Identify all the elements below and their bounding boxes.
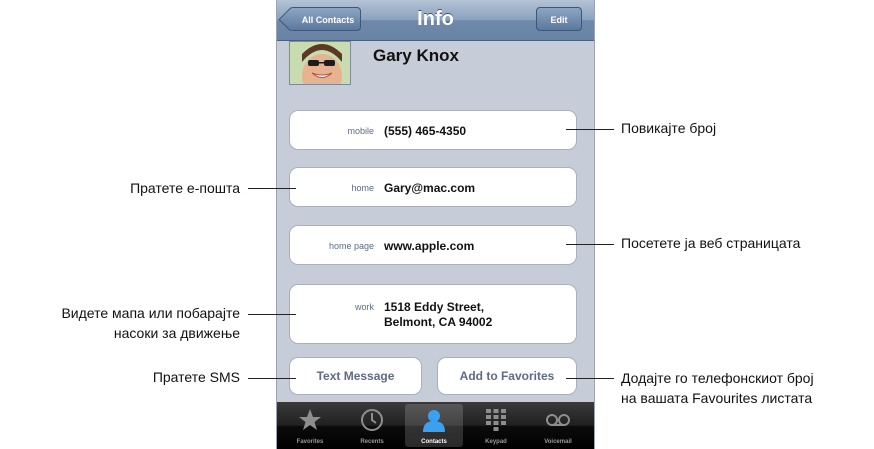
- callout-line-favorites: [566, 378, 614, 379]
- address-line-1: 1518 Eddy Street,: [384, 300, 485, 314]
- callout-favorites-line-1: Додајте го телефонскиот број: [621, 370, 814, 386]
- phone-number-value: (555) 465-4350: [384, 124, 467, 138]
- callout-sms: Пратете SMS: [152, 369, 240, 385]
- tab-recents[interactable]: Recents: [343, 404, 401, 447]
- callout-email: Пратете е-пошта: [130, 180, 240, 196]
- tab-label: Recents: [360, 439, 384, 445]
- edit-button[interactable]: Edit: [536, 7, 582, 31]
- field-label: work: [354, 302, 374, 312]
- tab-label: Keypad: [485, 439, 507, 445]
- work-address-row[interactable]: work 1518 Eddy Street, Belmont, CA 94002: [289, 284, 577, 344]
- callout-line-sms: [248, 378, 296, 379]
- contact-name: Gary Knox: [373, 46, 459, 65]
- field-label: home: [351, 183, 374, 193]
- callout-favorites-line-2: на вашата Favourites листата: [621, 390, 813, 406]
- star-icon: [299, 409, 321, 430]
- home-page-row[interactable]: home page www.apple.com: [289, 225, 577, 265]
- email-row[interactable]: home Gary@mac.com: [289, 167, 577, 207]
- callout-map-line-2: насоки за движење: [113, 325, 240, 341]
- mobile-phone-row[interactable]: mobile (555) 465-4350: [289, 110, 577, 150]
- callout-line-call: [566, 129, 614, 130]
- add-to-favorites-button[interactable]: Add to Favorites: [437, 357, 577, 395]
- person-icon: [423, 410, 445, 432]
- email-value: Gary@mac.com: [384, 181, 476, 195]
- callout-line-email: [248, 188, 296, 189]
- callout-line-webpage: [566, 244, 614, 245]
- tab-label: Contacts: [421, 439, 447, 445]
- callout-map-line-1: Видете мапа или побарајте: [61, 305, 240, 321]
- tab-bar: Favorites Recents Contacts Keypad Voicem…: [277, 402, 594, 449]
- address-line-2: Belmont, CA 94002: [384, 315, 493, 329]
- keypad-icon: [486, 409, 506, 431]
- field-label: mobile: [347, 126, 374, 136]
- callout-line-map: [248, 314, 296, 315]
- callout-call: Повикајте број: [621, 120, 717, 136]
- clock-icon: [361, 409, 383, 431]
- tab-label: Favorites: [296, 439, 324, 445]
- tab-voicemail[interactable]: Voicemail: [529, 404, 587, 447]
- tab-favorites[interactable]: Favorites: [281, 404, 339, 447]
- voicemail-icon: [546, 414, 570, 426]
- navigation-bar: All Contacts Info Edit: [277, 0, 594, 41]
- callout-webpage: Посетете ја веб страницата: [621, 235, 801, 251]
- tab-label: Voicemail: [544, 439, 572, 445]
- url-value: www.apple.com: [384, 239, 475, 253]
- tab-keypad[interactable]: Keypad: [467, 404, 525, 447]
- tab-contacts[interactable]: Contacts: [405, 404, 463, 447]
- text-message-button[interactable]: Text Message: [289, 357, 422, 395]
- contact-photo[interactable]: [289, 41, 351, 85]
- field-label: home page: [328, 241, 374, 251]
- iphone-screen: All Contacts Info Edit Gary Knox mobile …: [276, 0, 595, 449]
